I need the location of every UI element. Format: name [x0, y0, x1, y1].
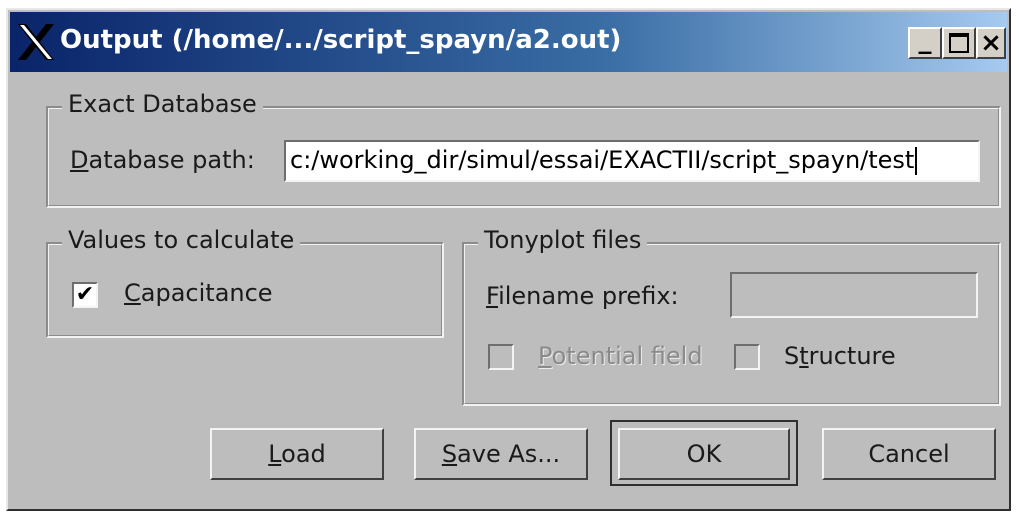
save-as-button-label: Save As...: [441, 440, 561, 468]
tonyplot-files-legend: Tonyplot files: [478, 226, 648, 254]
close-icon: ×: [980, 28, 1002, 58]
minimize-button[interactable]: _: [908, 27, 942, 59]
minimize-icon: _: [918, 25, 932, 55]
close-button[interactable]: ×: [976, 27, 1006, 59]
capacitance-checkbox[interactable]: ✔: [72, 282, 98, 308]
exact-database-legend: Exact Database: [62, 90, 263, 118]
ok-button-label: OK: [686, 440, 722, 468]
title-bar[interactable]: Output (/home/.../script_spayn/a2.out) _…: [10, 12, 1007, 72]
structure-label[interactable]: Structure: [784, 342, 896, 370]
output-dialog: Output (/home/.../script_spayn/a2.out) _…: [6, 8, 1011, 511]
cancel-button[interactable]: Cancel: [822, 428, 996, 480]
filename-prefix-input[interactable]: [730, 272, 978, 318]
checkmark-icon: ✔: [75, 282, 95, 307]
load-button-label: Load: [268, 440, 326, 468]
database-path-input[interactable]: c:/working_dir/simul/essai/EXACTII/scrip…: [284, 140, 980, 182]
maximize-icon: [949, 33, 969, 53]
ok-button[interactable]: OK: [618, 428, 790, 480]
structure-checkbox[interactable]: [734, 344, 760, 370]
load-button[interactable]: Load: [210, 428, 384, 480]
potential-field-label[interactable]: Potential field: [538, 342, 703, 370]
x-window-system-icon: [18, 24, 54, 60]
potential-field-checkbox[interactable]: [488, 344, 514, 370]
window-title: Output (/home/.../script_spayn/a2.out): [60, 25, 622, 55]
maximize-button[interactable]: [942, 27, 976, 59]
filename-prefix-label: Filename prefix:: [486, 282, 679, 310]
values-to-calculate-legend: Values to calculate: [62, 226, 301, 254]
text-caret: [915, 147, 918, 175]
save-as-button[interactable]: Save As...: [414, 428, 588, 480]
tonyplot-files-group: Tonyplot files: [462, 226, 1001, 406]
cancel-button-label: Cancel: [868, 440, 950, 468]
capacitance-label[interactable]: Capacitance: [124, 279, 273, 307]
database-path-label: Database path:: [70, 146, 255, 174]
